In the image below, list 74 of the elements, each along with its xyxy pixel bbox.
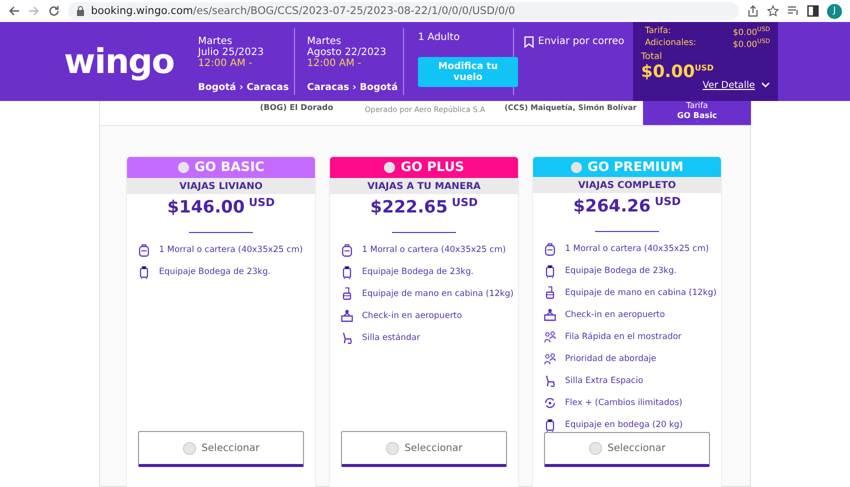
reload-icon[interactable]: [48, 5, 60, 17]
fare-header[interactable]: GO BASIC: [127, 157, 315, 178]
fare-price: $146.00 $^{USD}$: [166, 196, 276, 218]
origin-airport: (BOG) El Dorado: [260, 102, 334, 112]
total-value: $0.00$^{USD}$: [641, 62, 714, 82]
backpack-icon: [137, 242, 151, 257]
passenger-count: 1 Adulto: [418, 32, 461, 43]
suitcase-icon: [543, 418, 557, 432]
fare-label: Tarifa:: [645, 26, 671, 38]
fare-price: $222.65 $^{USD}$: [369, 196, 479, 218]
counter-icon: [340, 308, 354, 323]
extras-value: $0.00$^{USD}$: [732, 38, 770, 50]
star-icon[interactable]: [767, 5, 779, 17]
feature-text: Equipaje Bodega de 23kg.: [565, 266, 677, 276]
seat-icon: [543, 374, 557, 388]
bookmark-icon: [524, 36, 534, 48]
time-label: 12:00 AM -: [198, 58, 254, 69]
day-label: Martes: [307, 36, 342, 47]
people-icon: [543, 352, 557, 366]
feature-text: 1 Morral o cartera (40x35x25 cm): [159, 244, 303, 255]
logo[interactable]: wingo: [64, 42, 174, 82]
feature-text: Check-in en aeropuerto: [362, 310, 462, 321]
extras-label: Adicionales:: [645, 38, 696, 50]
backpack-icon: [340, 242, 354, 257]
feature-text: Equipaje de mano en cabina (12kg): [565, 288, 717, 298]
share-icon[interactable]: [747, 5, 759, 17]
fare-tab[interactable]: Tarifa GO Basic: [643, 101, 751, 125]
lock-icon: [76, 6, 85, 16]
trolley-icon: [543, 286, 557, 300]
feature-text: Equipaje Bodega de 23kg.: [362, 266, 474, 277]
email-link[interactable]: Enviar por correo: [538, 36, 624, 47]
feature-text: Fila Rápida en el mostrador: [565, 332, 682, 342]
date-label: Agosto 22/2023: [307, 47, 388, 58]
feature-text: Flex + (Cambios ilimitados): [565, 398, 682, 408]
counter-icon: [543, 308, 557, 322]
cycle-icon: [543, 396, 557, 410]
date-label: Julio 25/2023: [198, 47, 265, 58]
select-button[interactable]: Seleccionar: [544, 432, 710, 467]
route-label: Bogotá › Caracas: [198, 82, 290, 95]
select-button[interactable]: Seleccionar: [341, 431, 507, 467]
feature-text: 1 Morral o cartera (40x35x25 cm): [565, 244, 709, 254]
total-label: Total: [641, 52, 664, 62]
feature-text: Equipaje de mano en cabina (12kg): [362, 288, 514, 299]
back-icon[interactable]: [8, 5, 20, 17]
feature-text: Silla Extra Espacio: [565, 376, 644, 386]
fare-subtitle: VIAJAS LIVIANO: [127, 178, 315, 194]
suitcase-icon: [543, 264, 557, 278]
address-bar[interactable]: booking.wingo.com/es/search/BOG/CCS/2023-07-25/2023-08-22/1/0/0/0/USD/0/0: [68, 2, 739, 20]
feature-text: Equipaje Bodega de 23kg.: [159, 266, 271, 277]
route-label: Caracas › Bogotá: [307, 82, 399, 95]
suitcase-icon: [137, 264, 151, 279]
trolley-icon: [340, 286, 354, 301]
fare-value: $0.00$^{USD}$: [732, 26, 770, 38]
fare-subtitle: VIAJAS COMPLETO: [533, 177, 721, 194]
fare-price: $264.26 $^{USD}$: [572, 195, 682, 217]
profile-avatar[interactable]: J: [827, 4, 842, 18]
day-label: Martes: [198, 36, 234, 47]
fare-header[interactable]: GO PLUS: [330, 157, 518, 178]
feature-text: Prioridad de abordaje: [565, 354, 656, 364]
time-label: 12:00 AM -: [307, 58, 362, 69]
feature-text: Check-in en aeropuerto: [565, 310, 665, 320]
details-link[interactable]: Ver Detalle: [702, 80, 770, 91]
select-button[interactable]: Seleccionar: [138, 431, 304, 467]
media-icon[interactable]: [787, 5, 799, 17]
side-panel-icon[interactable]: [807, 5, 819, 17]
people-icon: [543, 330, 557, 344]
fare-subtitle: VIAJAS A TU MANERA: [330, 178, 518, 194]
feature-text: Silla estándar: [362, 332, 420, 343]
feature-text: Equipaje en bodega (20 kg): [565, 420, 683, 430]
chevron-down-icon: [761, 82, 770, 88]
seat-icon: [340, 330, 354, 345]
feature-text: 1 Morral o cartera (40x35x25 cm): [362, 244, 506, 255]
backpack-icon: [543, 242, 557, 256]
suitcase-icon: [340, 264, 354, 279]
